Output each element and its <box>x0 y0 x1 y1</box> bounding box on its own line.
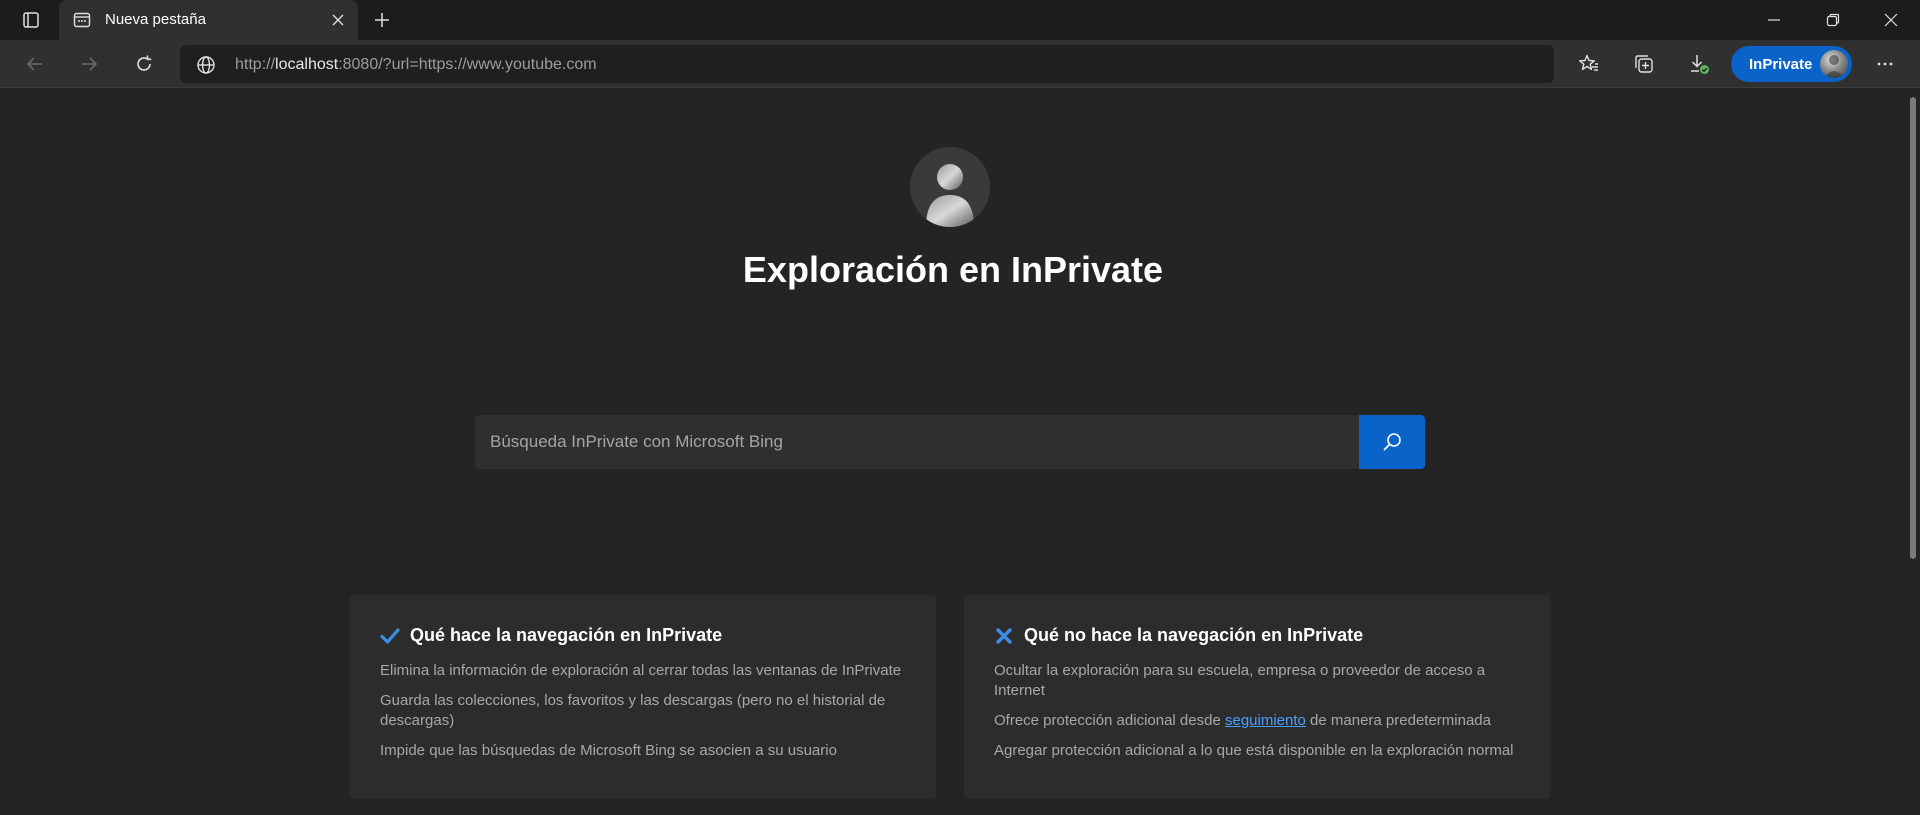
url-text[interactable]: http://localhost:8080/?url=https://www.y… <box>235 56 597 74</box>
close-window-icon <box>1884 13 1898 27</box>
search-icon <box>1383 433 1401 451</box>
back-button[interactable] <box>17 48 53 80</box>
item-text-before: Ofrece protección adicional desde <box>994 712 1225 729</box>
inprivate-profile-button[interactable]: InPrivate <box>1731 46 1852 82</box>
list-item: Ofrece protección adicional desde seguim… <box>994 711 1534 731</box>
forward-button[interactable] <box>71 48 107 80</box>
globe-icon <box>197 56 215 74</box>
tab-new-tab[interactable]: Nueva pestaña <box>59 0 358 40</box>
restore-button[interactable] <box>1805 0 1861 40</box>
new-tab-button[interactable] <box>368 6 396 34</box>
tab-actions-icon <box>23 12 39 28</box>
close-window-button[interactable] <box>1863 0 1919 40</box>
arrow-right-icon <box>82 57 98 71</box>
arrow-left-icon <box>26 57 42 71</box>
item-text-after: de manera predeterminada <box>1305 712 1491 729</box>
toolbar: http://localhost:8080/?url=https://www.y… <box>0 40 1920 88</box>
minimize-icon <box>1768 19 1780 21</box>
list-item: Impide que las búsquedas de Microsoft Bi… <box>380 742 837 759</box>
tab-strip: Nueva pestaña <box>0 0 1920 40</box>
collections-icon <box>1635 55 1653 73</box>
collections-button[interactable] <box>1626 48 1662 80</box>
favorites-star-icon <box>1579 54 1598 71</box>
new-tab-page-icon <box>73 12 91 28</box>
url-rest: :8080/?url=https://www.youtube.com <box>338 56 597 73</box>
restore-icon <box>1826 13 1840 27</box>
tab-title: Nueva pestaña <box>105 11 206 28</box>
inprivate-label: InPrivate <box>1749 56 1813 73</box>
inprivate-does-not-card: Qué no hace la navegación en InPrivate O… <box>964 595 1550 799</box>
card-heading: Qué hace la navegación en InPrivate <box>410 625 723 645</box>
search-box <box>475 415 1425 469</box>
inprivate-page: Exploración en InPrivate Qué hace la nav… <box>0 89 1906 815</box>
checkmark-icon <box>380 626 400 646</box>
plus-icon <box>375 13 389 27</box>
inprivate-avatar-icon <box>910 147 990 227</box>
settings-more-button[interactable] <box>1867 48 1903 80</box>
downloads-button[interactable] <box>1681 48 1717 80</box>
refresh-icon <box>137 55 152 71</box>
close-icon <box>332 14 344 26</box>
more-ellipsis-icon <box>1877 62 1893 66</box>
minimize-button[interactable] <box>1746 0 1802 40</box>
page-scrollbar[interactable] <box>1906 89 1920 815</box>
list-item: Elimina la información de exploración al… <box>380 662 902 679</box>
url-host: localhost <box>275 56 339 73</box>
list-item: Ocultar la exploración para su escuela, … <box>994 662 1486 699</box>
scrollbar-thumb[interactable] <box>1910 97 1916 559</box>
url-scheme: http:// <box>235 56 276 73</box>
list-item: Guarda las colecciones, los favoritos y … <box>380 692 886 729</box>
favorites-button[interactable] <box>1571 48 1607 80</box>
profile-avatar-icon <box>1820 50 1848 78</box>
tab-close-button[interactable] <box>328 10 348 30</box>
list-item: Agregar protección adicional a lo que es… <box>994 742 1514 759</box>
inprivate-does-card: Qué hace la navegación en InPrivate Elim… <box>350 595 936 799</box>
search-input[interactable] <box>475 415 1359 469</box>
tab-actions-button[interactable] <box>14 8 48 32</box>
card-heading: Qué no hace la navegación en InPrivate <box>1024 625 1364 645</box>
tracking-link[interactable]: seguimiento <box>1225 712 1306 729</box>
page-title: Exploración en InPrivate <box>742 249 1164 290</box>
download-icon <box>1691 55 1709 74</box>
x-icon <box>994 626 1014 646</box>
search-button[interactable] <box>1359 415 1425 469</box>
address-bar[interactable]: http://localhost:8080/?url=https://www.y… <box>180 45 1554 83</box>
refresh-button[interactable] <box>126 48 162 80</box>
